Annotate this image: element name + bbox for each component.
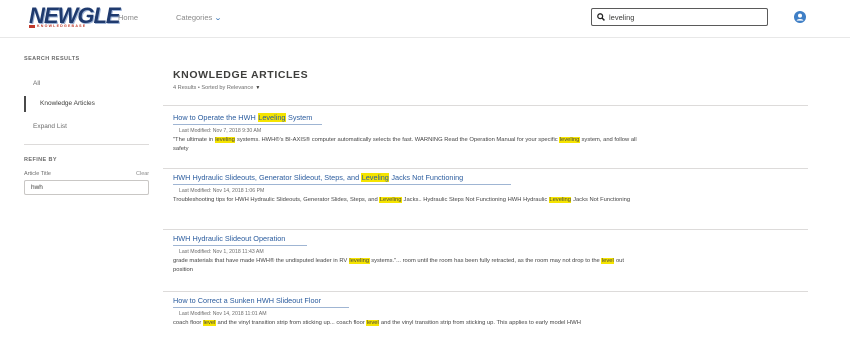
snippet-text: systems. HWH®'s BI-AXIS® computer automa… [235, 137, 560, 143]
article-title-text: HWH Hydraulic Slideouts, Generator Slide… [173, 173, 362, 182]
search-results-heading: SEARCH RESULTS [24, 56, 80, 62]
refine-by-heading: REFINE BY [24, 157, 57, 163]
user-avatar-icon[interactable] [794, 11, 806, 23]
search-query-text: leveling [609, 13, 635, 22]
nav-categories-label: Categories [176, 13, 213, 22]
newgle-logo[interactable]: NEWGLE KNOWLEDGEBASE [29, 5, 121, 30]
sidebar-divider [24, 144, 149, 145]
snippet-text: and the vinyl transition strip from stic… [215, 320, 367, 326]
results-divider [163, 168, 808, 169]
snippet-text: Jacks Not Functioning [571, 197, 631, 203]
article-snippet: grade materials that have made HWH® the … [173, 257, 643, 275]
snippet-text: coach floor [173, 320, 203, 326]
search-icon [597, 13, 605, 21]
title-underline [173, 307, 349, 308]
article-title-link[interactable]: How to Operate the HWH Leveling System [173, 113, 312, 122]
filter-value-text: hwh [31, 184, 43, 191]
logo-accent-bar [29, 25, 35, 28]
article-snippet: "The ultimate in leveling systems. HWH®'… [173, 136, 643, 154]
results-summary: 4 Results • Sorted by Relevance [173, 85, 254, 91]
last-modified-text: Last Modified: Nov 14, 2018 11:01 AM [179, 311, 267, 317]
search-hit-highlight: leveling [348, 258, 370, 264]
caret-down-icon: ▼ [255, 85, 261, 91]
search-hit-highlight: Leveling [257, 113, 286, 122]
snippet-text: Jacks.. Hydraulic Steps Not Functioning … [401, 197, 549, 203]
article-title-text: System [285, 113, 313, 122]
results-divider [163, 105, 808, 106]
results-divider [163, 291, 808, 292]
article-title-link[interactable]: HWH Hydraulic Slideout Operation [173, 234, 285, 243]
search-hit-highlight: Leveling [361, 173, 390, 182]
article-title-text: How to Operate the HWH [173, 113, 258, 122]
article-snippet: Troubleshooting tips for HWH Hydraulic S… [173, 196, 643, 205]
sidebar-item-expand-list[interactable]: Expand List [24, 119, 148, 135]
logo-wordmark: NEWGLE [29, 3, 121, 28]
last-modified-text: Last Modified: Nov 1, 2018 11:43 AM [179, 249, 264, 255]
sidebar-item-all[interactable]: All [24, 76, 148, 92]
page-title: KNOWLEDGE ARTICLES [173, 69, 309, 81]
sort-dropdown[interactable]: 4 Results • Sorted by Relevance ▼ [173, 85, 260, 91]
title-underline [173, 124, 322, 125]
search-hit-highlight: leveling [559, 137, 580, 143]
article-title-text: How to Correct a Sunken HWH Slideout Flo… [173, 296, 322, 305]
snippet-text: "The ultimate in [173, 137, 215, 143]
search-hit-highlight: Leveling [379, 197, 402, 203]
article-title-filter-input[interactable]: hwh [24, 180, 149, 195]
top-header: NEWGLE KNOWLEDGEBASE Home Categories ⌄ le… [0, 0, 850, 38]
snippet-text: grade materials that have made HWH® the … [173, 258, 349, 264]
article-title-text: Jacks Not Functioning [389, 173, 464, 182]
last-modified-text: Last Modified: Nov 14, 2018 1:06 PM [179, 188, 265, 194]
article-title-link[interactable]: How to Correct a Sunken HWH Slideout Flo… [173, 296, 321, 305]
snippet-text: systems."... room until the room has bee… [369, 258, 602, 264]
snippet-text: Troubleshooting tips for HWH Hydraulic S… [173, 197, 380, 203]
search-hit-highlight: level [366, 320, 380, 326]
article-snippet: coach floor level and the vinyl transiti… [173, 319, 643, 328]
chevron-down-icon: ⌄ [214, 15, 223, 22]
title-underline [173, 245, 307, 246]
logo-tagline: KNOWLEDGEBASE [37, 24, 87, 28]
nav-categories-menu[interactable]: Categories ⌄ [176, 13, 223, 22]
filter-article-title-label: Article Title [24, 171, 51, 177]
title-underline [173, 184, 511, 185]
article-title-text: HWH Hydraulic Slideout Operation [173, 234, 286, 243]
article-title-link[interactable]: HWH Hydraulic Slideouts, Generator Slide… [173, 173, 463, 182]
search-hit-highlight: leveling [214, 137, 236, 143]
search-hit-highlight: Leveling [548, 197, 572, 203]
filter-clear-link[interactable]: Clear [136, 171, 149, 177]
search-input[interactable]: leveling [591, 8, 768, 26]
sidebar-item-knowledge-articles[interactable]: Knowledge Articles [24, 96, 148, 112]
results-divider [163, 229, 808, 230]
search-hit-highlight: level [601, 258, 615, 264]
search-hit-highlight: level [202, 320, 216, 326]
nav-home-link[interactable]: Home [118, 13, 138, 22]
snippet-text: and the vinyl transition strip from stic… [379, 320, 581, 326]
last-modified-text: Last Modified: Nov 7, 2018 9:30 AM [179, 128, 262, 134]
